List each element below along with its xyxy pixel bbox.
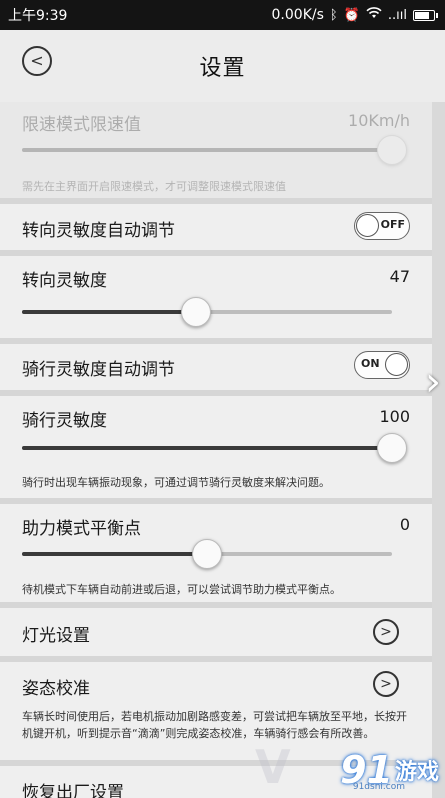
- slider-fill: [22, 148, 392, 152]
- status-bar: 上午9:39 0.00K/s ᛒ ⏰ ..ııl: [0, 0, 445, 30]
- assist-balance-label: 助力模式平衡点: [22, 519, 141, 539]
- slider-thumb[interactable]: [192, 539, 222, 569]
- slider-thumb[interactable]: [180, 297, 211, 327]
- status-icons: 0.00K/s ᛒ ⏰ ..ııl: [271, 7, 438, 23]
- steer-sens-label: 转向灵敏度: [22, 271, 107, 291]
- ride-auto-row: 骑行灵敏度自动调节 ON: [0, 344, 432, 390]
- battery-level: [415, 11, 430, 19]
- chevron-right-icon: >: [380, 624, 392, 640]
- header: < 设置: [0, 30, 445, 102]
- calibration-open-button[interactable]: >: [373, 671, 399, 697]
- toggle-knob: [385, 353, 408, 376]
- lights-row[interactable]: 灯光设置 >: [0, 608, 432, 656]
- watermark-v-icon: V: [255, 740, 291, 794]
- steer-sens-section: 转向灵敏度 47: [0, 256, 432, 338]
- calibration-label: 姿态校准: [22, 679, 90, 699]
- ride-sens-note: 骑行时出现车辆振动现象，可通过调节骑行灵敏度来解决问题。: [22, 476, 330, 489]
- alarm-icon: ⏰: [343, 7, 360, 23]
- calibration-note: 车辆长时间使用后，若电机振动加剧路感变差，可尝试把车辆放至平地，长按开机键开机，…: [22, 710, 407, 740]
- toggle-state: ON: [361, 357, 380, 370]
- assist-balance-value: 0: [399, 515, 410, 534]
- slider-fill: [22, 446, 392, 450]
- lights-open-button[interactable]: >: [373, 619, 399, 645]
- chevron-right-icon: >: [380, 676, 392, 692]
- assist-balance-section: 助力模式平衡点 0 待机模式下车辆自动前进或后退，可以尝试调节助力模式平衡点。: [0, 504, 432, 602]
- ride-sens-slider[interactable]: [22, 433, 407, 463]
- assist-balance-note: 待机模式下车辆自动前进或后退，可以尝试调节助力模式平衡点。: [22, 583, 341, 596]
- slider-thumb[interactable]: [377, 433, 407, 463]
- lights-label: 灯光设置: [22, 626, 90, 646]
- toggle-state: OFF: [380, 218, 405, 231]
- chevron-right-icon[interactable]: ›: [425, 362, 441, 402]
- steer-sens-value: 47: [389, 267, 410, 286]
- toggle-knob: [356, 214, 379, 237]
- speed-limit-slider[interactable]: [22, 135, 407, 165]
- slider-thumb[interactable]: [377, 135, 407, 165]
- ride-auto-toggle[interactable]: ON: [354, 351, 410, 379]
- slider-fill: [22, 310, 196, 314]
- logo-subtitle: 91dsni.com: [352, 782, 405, 792]
- steer-auto-row: 转向灵敏度自动调节 OFF: [0, 204, 432, 250]
- ride-sens-section: 骑行灵敏度 100 骑行时出现车辆振动现象，可通过调节骑行灵敏度来解决问题。: [0, 396, 432, 498]
- slider-fill: [22, 552, 207, 556]
- speed-limit-section: 限速模式限速值 10Km/h 需先在主界面开启限速模式，才可调整限速模式限速值: [0, 102, 432, 198]
- net-speed: 0.00K/s: [271, 7, 324, 23]
- speed-limit-label: 限速模式限速值: [22, 115, 141, 135]
- calibration-section[interactable]: 姿态校准 > 车辆长时间使用后，若电机振动加剧路感变差，可尝试把车辆放至平地，长…: [0, 662, 432, 760]
- speed-limit-value: 10Km/h: [348, 111, 410, 130]
- battery-icon: [413, 9, 438, 21]
- steer-sens-slider[interactable]: [22, 297, 392, 327]
- status-time: 上午9:39: [8, 8, 68, 24]
- ride-sens-label: 骑行灵敏度: [22, 411, 107, 431]
- page-title: 设置: [199, 56, 246, 81]
- bluetooth-icon: ᛒ: [329, 7, 338, 23]
- steer-auto-toggle[interactable]: OFF: [354, 212, 410, 240]
- wifi-icon: [366, 7, 382, 23]
- steer-auto-label: 转向灵敏度自动调节: [22, 221, 175, 241]
- speed-limit-note: 需先在主界面开启限速模式，才可调整限速模式限速值: [22, 180, 286, 193]
- assist-balance-slider[interactable]: [22, 539, 392, 569]
- ride-auto-label: 骑行灵敏度自动调节: [22, 360, 175, 380]
- ride-sens-value: 100: [379, 407, 410, 426]
- factory-reset-label: 恢复出厂设置: [22, 783, 124, 798]
- signal-icon: ..ııl: [387, 7, 407, 23]
- scrollbar[interactable]: [432, 102, 445, 798]
